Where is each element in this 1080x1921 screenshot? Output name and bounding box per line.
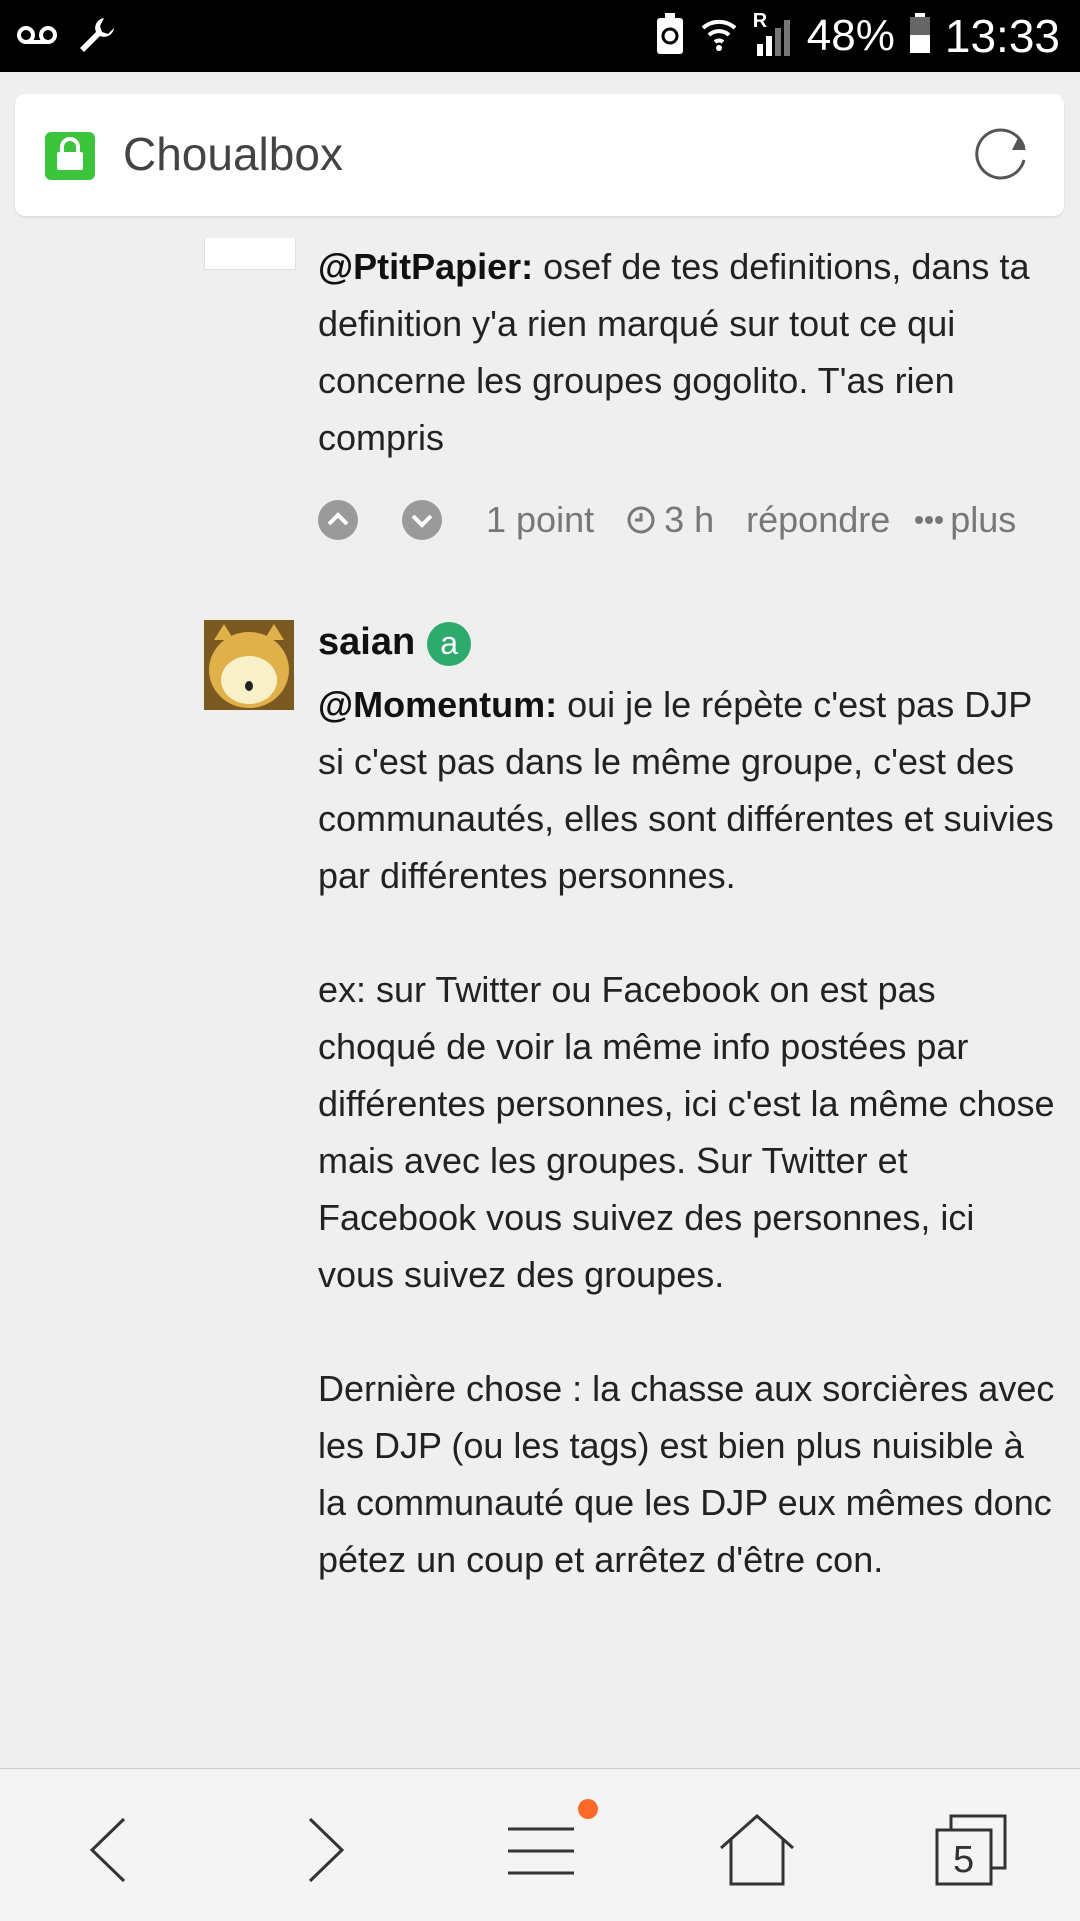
time-label: 3 h bbox=[664, 499, 715, 540]
notification-dot bbox=[578, 1799, 598, 1819]
address-bar[interactable]: Choualbox bbox=[15, 94, 1064, 216]
comment-paragraph: ex: sur Twitter ou Facebook on est pas c… bbox=[318, 969, 1055, 1295]
battery-percent: 48% bbox=[806, 11, 895, 60]
reload-icon[interactable] bbox=[970, 122, 1034, 191]
back-button[interactable] bbox=[64, 1805, 154, 1895]
status-bar: R 48% 13:33 bbox=[0, 0, 1080, 72]
chevron-up-icon bbox=[319, 501, 357, 539]
menu-icon bbox=[508, 1827, 574, 1875]
battery-icon bbox=[909, 12, 931, 60]
comment-actions: 1 point 3 h répondre plus bbox=[318, 490, 1016, 550]
clock-icon bbox=[627, 506, 655, 534]
avatar[interactable] bbox=[204, 238, 296, 270]
points-count: 1 point bbox=[486, 499, 595, 540]
tabs-button[interactable]: 5 bbox=[926, 1805, 1016, 1895]
mention-link[interactable]: @Momentum: bbox=[318, 684, 557, 725]
signal-icon: R bbox=[753, 10, 793, 58]
clock: 13:33 bbox=[944, 10, 1060, 62]
mention-link[interactable]: @PtitPapier: bbox=[318, 246, 533, 287]
wifi-icon bbox=[699, 14, 739, 59]
forward-button[interactable] bbox=[280, 1805, 370, 1895]
ellipsis-icon bbox=[915, 516, 944, 524]
back-icon bbox=[89, 1817, 126, 1883]
browser-toolbar: Choualbox bbox=[0, 72, 1080, 238]
home-button[interactable] bbox=[712, 1805, 802, 1895]
battery-saver-icon bbox=[655, 12, 685, 61]
voicemail-icon bbox=[16, 23, 58, 52]
bottom-navigation: 5 bbox=[0, 1768, 1080, 1921]
home-icon bbox=[720, 1813, 794, 1886]
more-button[interactable]: plus bbox=[914, 499, 1016, 541]
wrench-icon bbox=[76, 14, 118, 61]
comment-paragraph: @Momentum: oui je le répète c'est pas DJ… bbox=[318, 676, 1060, 904]
timestamp: 3 h bbox=[626, 499, 714, 541]
comment-author: saian a bbox=[318, 614, 472, 670]
more-label: plus bbox=[950, 499, 1017, 540]
tabs-count: 5 bbox=[953, 1839, 975, 1881]
chevron-down-icon bbox=[403, 501, 441, 539]
forward-icon bbox=[308, 1817, 345, 1883]
page-title[interactable]: Choualbox bbox=[123, 127, 343, 181]
menu-button[interactable] bbox=[496, 1805, 586, 1895]
comments-area: @PtitPapier: osef de tes definitions, da… bbox=[0, 238, 1080, 1768]
author-name[interactable]: saian bbox=[318, 621, 415, 663]
avatar[interactable] bbox=[204, 620, 294, 710]
comment-body: @PtitPapier: osef de tes definitions, da… bbox=[318, 238, 1060, 466]
author-badge: a bbox=[427, 621, 472, 666]
reply-link[interactable]: répondre bbox=[746, 499, 890, 541]
upvote-button[interactable] bbox=[318, 500, 358, 540]
downvote-button[interactable] bbox=[402, 500, 442, 540]
comment-body: @Momentum: oui je le répète c'est pas DJ… bbox=[318, 676, 1060, 1588]
comment-paragraph: Dernière chose : la chasse aux sorcières… bbox=[318, 1368, 1055, 1580]
lock-icon[interactable] bbox=[45, 132, 95, 185]
